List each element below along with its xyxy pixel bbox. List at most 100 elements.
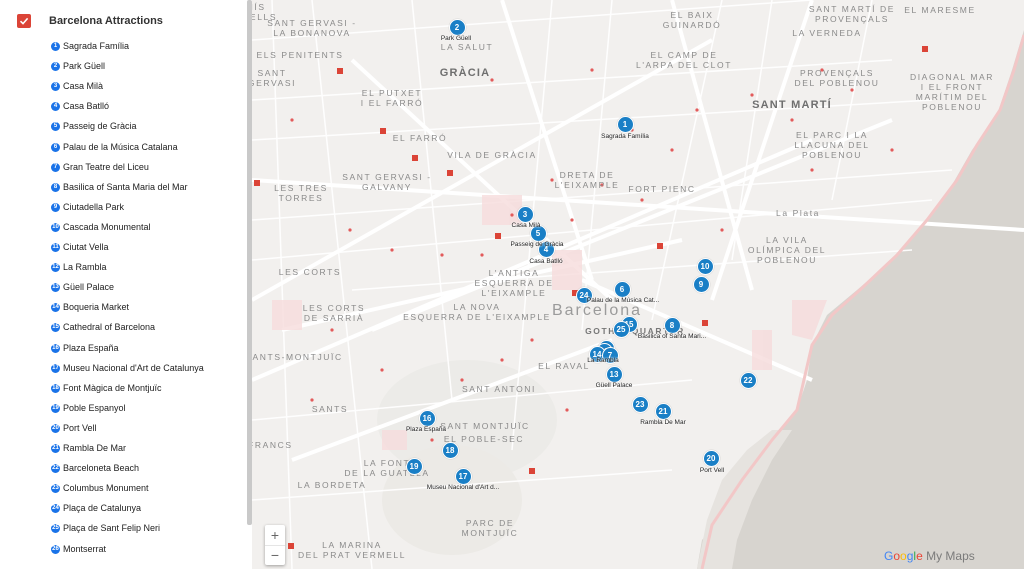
place-label: Cathedral of Barcelona xyxy=(63,322,156,333)
place-label: Ciutat Vella xyxy=(63,242,109,252)
marker-label-park-guell: Park Güell xyxy=(440,35,472,42)
place-number-icon: 14 xyxy=(51,303,60,313)
list-item[interactable]: 10 Cascada Monumental xyxy=(0,219,247,239)
list-item[interactable]: 26 Montserrat xyxy=(0,541,247,561)
list-item[interactable]: 5 Passeig de Gràcia xyxy=(0,118,247,138)
list-item[interactable]: 2 Park Güell xyxy=(0,58,247,78)
list-item[interactable]: 19 Poble Espanyol xyxy=(0,400,247,420)
map-marker-22[interactable]: 22 xyxy=(739,371,757,389)
list-item[interactable]: 22 Barceloneta Beach xyxy=(0,460,247,480)
list-item[interactable]: 17 Museu Nacional d'Art de Catalunya xyxy=(0,360,247,380)
place-label: Museu Nacional d'Art de Catalunya xyxy=(63,362,204,373)
place-label: Passeig de Gràcia xyxy=(63,121,137,132)
list-item[interactable]: 12 La Rambla xyxy=(0,259,247,279)
list-item[interactable]: 14 Boqueria Market xyxy=(0,299,247,319)
area-label-dreta: DRETA DE L'EIXAMPLE xyxy=(554,170,620,190)
map-marker-23[interactable]: 23 xyxy=(631,395,649,413)
marker-label-museu: Museu Nacional d'Art d... xyxy=(426,484,500,491)
place-number-icon: 25 xyxy=(51,524,60,534)
place-number-icon: 5 xyxy=(51,122,60,132)
map-marker-17[interactable]: 17 xyxy=(454,467,472,485)
marker-label-rambla-de-mar: Rambla De Mar xyxy=(640,419,686,426)
map-marker-25[interactable]: 25 xyxy=(612,320,630,338)
area-label-sant-montjuic2: SANT MONTJUÏC xyxy=(440,421,530,431)
map-canvas[interactable]: SANT GENÍS DELS AGUDELLSSANT GERVASI - L… xyxy=(252,0,1024,569)
layer-panel: Barcelona Attractions 1 Sagrada Família 2 P… xyxy=(0,0,252,569)
list-item[interactable]: 3 Casa Milà xyxy=(0,78,247,98)
place-number-icon: 2 xyxy=(51,62,60,72)
area-label-el-parc: EL PARC I LA LLACUNA DEL POBLENOU xyxy=(794,130,870,160)
list-item[interactable]: 13 Güell Palace xyxy=(0,279,247,299)
zoom-in-button[interactable]: + xyxy=(265,525,285,546)
marker-label-sagrada: Sagrada Família xyxy=(601,133,649,140)
map-marker-8[interactable]: 8 xyxy=(663,316,681,334)
list-item[interactable]: 7 Gran Teatre del Liceu xyxy=(0,159,247,179)
map-marker-13[interactable]: 13 xyxy=(605,365,623,383)
list-item[interactable]: 6 Palau de la Música Catalana xyxy=(0,139,247,159)
list-item[interactable]: 21 Rambla De Mar xyxy=(0,440,247,460)
zoom-out-button[interactable]: − xyxy=(265,545,285,565)
area-label-galvany: SANT GERVASI - GALVANY xyxy=(342,172,432,192)
list-item[interactable]: 18 Font Màgica de Montjuïc xyxy=(0,380,247,400)
list-item[interactable]: 8 Basilica of Santa Maria del Mar xyxy=(0,179,247,199)
layer-header[interactable]: Barcelona Attractions xyxy=(0,4,247,38)
place-number-icon: 24 xyxy=(51,504,60,514)
list-item[interactable]: 15 Cathedral of Barcelona xyxy=(0,319,247,339)
list-item[interactable]: 11 Ciutat Vella xyxy=(0,239,247,259)
google-my-maps-logo: Google My Maps xyxy=(884,549,975,563)
map-marker-3[interactable]: 3 xyxy=(516,205,534,223)
area-label-el-putxet: EL PUTXET I EL FARRÓ xyxy=(360,88,424,108)
map-marker-1[interactable]: 1 xyxy=(616,115,634,133)
marker-label-port-vell: Port Vell xyxy=(699,467,725,474)
area-label-antiga-esquerra: L'ANTIGA ESQUERRA DE L'EIXAMPLE xyxy=(474,268,554,298)
place-label: Güell Palace xyxy=(63,282,115,293)
area-label-les-corts: LES CORTS xyxy=(278,267,342,277)
place-number-icon: 15 xyxy=(51,323,60,333)
place-number-icon: 16 xyxy=(51,343,60,353)
list-item[interactable]: 4 Casa Batlló xyxy=(0,98,247,118)
list-item[interactable]: 20 Port Vell xyxy=(0,420,247,440)
place-label: Montserrat xyxy=(63,543,107,554)
list-item[interactable]: 24 Plaça de Catalunya xyxy=(0,500,247,520)
map-marker-19[interactable]: 19 xyxy=(405,457,423,475)
place-label: Plaça de Sant Felip Neri xyxy=(63,523,161,534)
place-number-icon: 21 xyxy=(51,444,60,453)
list-item[interactable]: 16 Plaza España xyxy=(0,340,247,360)
area-label-marina: LA MARINA DEL PRAT VERMELL xyxy=(297,540,407,560)
place-number-icon: 4 xyxy=(51,102,60,112)
map-marker-18[interactable]: 18 xyxy=(441,441,459,459)
list-item[interactable]: 9 Ciutadella Park xyxy=(0,199,247,219)
area-label-el-maresme: EL MARESME xyxy=(904,5,976,15)
map-marker-10[interactable]: 10 xyxy=(696,257,714,275)
area-label-parc-montjuic: PARC DE MONTJUÏC xyxy=(461,518,519,538)
map-marker-6[interactable]: 6 xyxy=(613,280,631,298)
zoom-control: + − xyxy=(265,525,285,565)
area-label-sant-antoni: SANT ANTONI xyxy=(462,384,536,394)
place-label: Rambla De Mar xyxy=(63,443,127,453)
area-label-sants-montjuic: SANTS-MONTJUÏC xyxy=(252,352,343,362)
place-number-icon: 10 xyxy=(51,222,60,232)
area-label-el-baix-guinardo: EL BAIX GUINARDÓ xyxy=(662,10,722,30)
area-label-barcelona: Barcelona xyxy=(551,302,643,319)
map-marker-21[interactable]: 21 xyxy=(654,402,672,420)
map-marker-16[interactable]: 16 xyxy=(418,409,436,427)
marker-label-plaza-espana: Plaza España xyxy=(405,426,447,433)
map-marker-20[interactable]: 20 xyxy=(702,449,720,467)
place-label: Basilica of Santa Maria del Mar xyxy=(63,181,188,192)
place-label: Casa Milà xyxy=(63,81,104,92)
map-marker-2[interactable]: 2 xyxy=(448,18,466,36)
place-label: Sagrada Família xyxy=(63,41,130,51)
list-item[interactable]: 23 Columbus Monument xyxy=(0,480,247,500)
map-marker-9[interactable]: 9 xyxy=(692,275,710,293)
place-label: Boqueria Market xyxy=(63,302,130,313)
area-label-vila-gracia: VILA DE GRÀCIA xyxy=(447,150,537,160)
layer-checkbox[interactable] xyxy=(17,14,31,28)
list-item[interactable]: 25 Plaça de Sant Felip Neri xyxy=(0,520,247,540)
place-label: Barceloneta Beach xyxy=(63,463,140,474)
area-label-penitents: ELS PENITENTS xyxy=(256,50,344,60)
area-label-vila-olimpica: LA VILA OLÍMPICA DEL POBLENOU xyxy=(747,235,827,265)
list-item[interactable]: 1 Sagrada Família xyxy=(0,38,247,58)
marker-label-passeig: Passeig de Gràcia xyxy=(510,241,564,248)
area-label-diagonal-mar: DIAGONAL MAR I EL FRONT MARÍTIM DEL POBL… xyxy=(909,72,995,112)
area-label-sants: SANTS xyxy=(311,404,349,414)
